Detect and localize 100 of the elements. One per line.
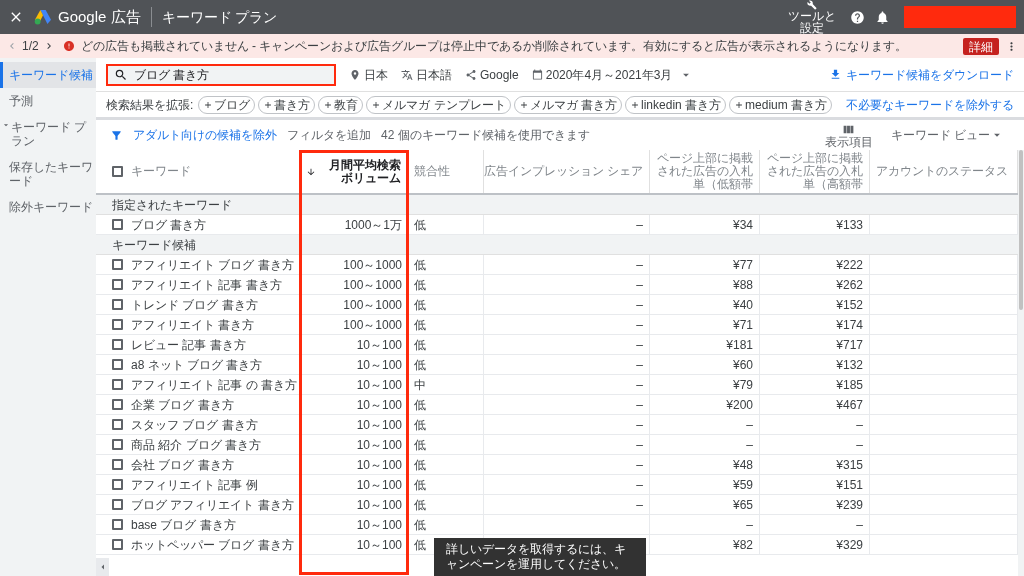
checkbox[interactable] [112,279,123,290]
checkbox[interactable] [112,166,123,177]
targeting-chip[interactable]: 2020年4月～2021年3月 [531,65,694,84]
table-cell-text: 低 [414,296,426,314]
table-cell-text: – [636,376,643,394]
filter-icon[interactable] [110,128,123,142]
calendar-icon [531,69,543,80]
table-cell-text: ¥181 [726,336,753,354]
collapse-button[interactable] [96,558,109,576]
sidebar-item[interactable]: キーワード候補 [0,62,96,88]
add-filter-button[interactable]: フィルタを追加 [287,126,371,144]
network-icon [465,68,477,81]
pager-text: 1/2 [22,38,39,55]
download-icon [829,68,842,81]
checkbox[interactable] [112,299,123,310]
column-header[interactable]: 競合性 [414,165,450,178]
targeting-chip[interactable]: 日本 [349,65,388,84]
table-cell-text: アフィリエイト 書き方 [131,316,255,334]
column-header[interactable]: アカウントのステータス [876,165,1008,178]
column-header[interactable]: ページ上部に掲載された広告の入札単（高額帯 [766,152,863,191]
table-cell-text: ¥34 [732,216,753,234]
table-cell-text: 低 [414,496,426,514]
table-cell-text: 10～100 [356,336,402,354]
sidebar-item[interactable]: キーワード プラン [0,114,96,154]
table-cell-text: 低 [414,216,426,234]
table-cell-text: 低 [414,476,426,494]
table-cell-text: – [746,436,753,454]
table-cell-text: 10～100 [356,536,402,554]
table-cell-text: ¥222 [836,256,863,274]
brand-name: Google 広告 [58,6,141,27]
checkbox[interactable] [112,519,123,530]
table-cell-text: 低 [414,516,426,534]
table-cell-text: アフィリエイト 記事 書き方 [131,276,282,294]
table-cell-text: – [636,416,643,434]
table-cell-text: ¥239 [836,496,863,514]
table-cell-text: アフィリエイト ブログ 書き方 [131,256,294,274]
bell-icon[interactable] [875,9,890,25]
details-button[interactable]: 詳細 [963,37,999,55]
table-cell-text: – [636,336,643,354]
download-link[interactable]: キーワード候補をダウンロード [829,65,1014,84]
table-cell-text: 10～100 [356,376,402,394]
table-cell-text: – [636,356,643,374]
checkbox[interactable] [112,419,123,430]
table-cell-text: ¥467 [836,396,863,414]
sidebar-item[interactable]: 予測 [0,88,96,114]
column-header[interactable]: キーワード [131,165,191,178]
table-cell-text: ブログ 書き方 [131,216,207,234]
pin-icon [349,68,361,81]
checkbox[interactable] [112,379,123,390]
checkbox[interactable] [112,359,123,370]
table-cell-text: ¥59 [732,476,753,494]
targeting-chip[interactable]: Google [465,65,519,84]
table-cell-text: 10～100 [356,476,402,494]
table-cell-text: – [856,436,863,454]
table-cell-text: – [636,256,643,274]
sidebar-item[interactable]: 保存したキーワード [0,154,96,194]
search-field[interactable]: ブログ 書き方 [106,63,336,86]
table-cell-text: – [636,296,643,314]
checkbox[interactable] [112,439,123,450]
table-cell-text: 1000～1万 [344,216,402,234]
table-cell-text: – [856,416,863,434]
table-cell-text: – [636,216,643,234]
table-cell-text: ¥77 [732,256,753,274]
help-icon[interactable] [850,9,865,25]
adult-filter-link[interactable]: アダルト向けの候補を除外 [133,126,277,144]
table-cell-text: ¥151 [836,476,863,494]
table-cell-text: ブログ アフィリエイト 書き方 [131,496,294,514]
tools-button[interactable]: ツールと 設定 [788,0,836,34]
checkbox[interactable] [112,219,123,230]
table-cell-text: 100～1000 [343,296,402,314]
table-cell-text: – [856,516,863,534]
checkbox[interactable] [112,539,123,550]
logo-icon [34,9,52,25]
checkbox[interactable] [112,459,123,470]
table-cell-text: レビュー 記事 書き方 [131,336,246,354]
sidebar-item[interactable]: 除外キーワード [0,194,96,220]
group-row: キーワード候補 [96,235,1018,255]
checkbox[interactable] [112,339,123,350]
table-cell-text: – [636,476,643,494]
table-cell-text: 低 [414,316,426,334]
table-cell-text: アフィリエイト 記事 の 書き方 [131,376,297,394]
column-header[interactable]: ページ上部に掲載された広告の入札単（低額帯 [656,152,753,191]
columns-button[interactable]: 表示項目 [824,122,873,148]
table-cell-text: ¥174 [836,316,863,334]
checkbox[interactable] [112,399,123,410]
targeting-chip[interactable]: 日本語 [401,65,452,84]
checkbox[interactable] [112,319,123,330]
checkbox[interactable] [112,479,123,490]
error-icon [62,40,75,52]
column-header[interactable]: 月間平均検索ボリューム [306,158,401,185]
view-dropdown[interactable]: キーワード ビュー [890,126,1004,144]
table-cell-text: ¥200 [726,396,753,414]
checkbox[interactable] [112,259,123,270]
table-cell-text: ¥717 [836,336,863,354]
exclude-link[interactable]: 不必要なキーワードを除外する [846,95,1014,114]
column-header[interactable]: 広告インプレッション シェア [483,165,643,178]
table-cell-text: 100～1000 [343,316,402,334]
table-cell-text: 10～100 [356,516,402,534]
checkbox[interactable] [112,499,123,510]
table-cell-text: 低 [414,256,426,274]
